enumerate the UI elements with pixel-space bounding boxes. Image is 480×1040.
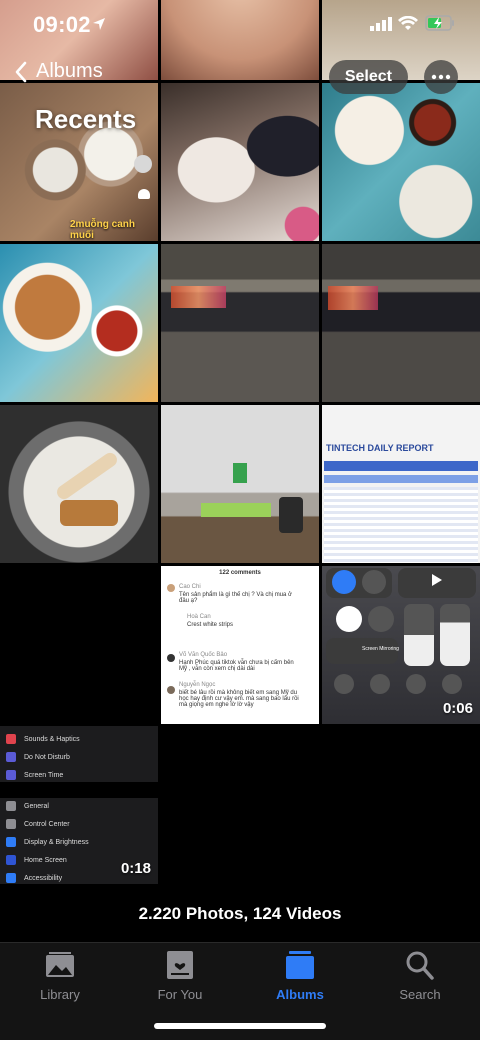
albums-icon bbox=[286, 951, 314, 979]
select-button[interactable]: Select bbox=[328, 60, 408, 94]
video-duration: 0:18 bbox=[120, 860, 151, 877]
photo-thumbnail[interactable] bbox=[161, 83, 319, 241]
battery-charging-icon bbox=[425, 15, 454, 31]
comment-author: Cao Chi bbox=[179, 584, 201, 590]
photo-thumbnail[interactable]: TINTECH DAILY REPORT bbox=[322, 405, 480, 563]
report-title: TINTECH DAILY REPORT bbox=[326, 443, 434, 453]
search-icon bbox=[406, 951, 434, 980]
settings-screenshot-video[interactable]: Sounds & Haptics Do Not Disturb Screen T… bbox=[0, 566, 158, 884]
page-title: Recents bbox=[35, 104, 137, 134]
ellipsis-icon bbox=[431, 74, 451, 80]
comment-text: biết bé lâu rồi mà không biết em sang Mỹ… bbox=[179, 690, 299, 708]
control-center-video[interactable]: Screen Mirroring 0:06 bbox=[322, 566, 480, 724]
tab-search[interactable]: Search bbox=[360, 949, 480, 1002]
tab-label: Search bbox=[399, 987, 441, 1002]
comment-text: Hạnh Phúc quá tiktok vẫn chưa bị cấm bên… bbox=[179, 660, 294, 672]
comment-text: Crest white strips bbox=[187, 622, 234, 628]
tab-for-you[interactable]: For You bbox=[120, 949, 240, 1002]
settings-row: Control Center bbox=[6, 819, 70, 829]
home-indicator bbox=[154, 1023, 326, 1029]
tab-library[interactable]: Library bbox=[0, 949, 120, 1002]
tab-label: For You bbox=[157, 987, 203, 1002]
tab-label: Albums bbox=[276, 987, 324, 1002]
heart-icon bbox=[138, 189, 150, 199]
comment-text: Tên sản phẩm là gì thế chị ? Và chị mua … bbox=[179, 592, 292, 604]
avatar bbox=[167, 686, 175, 694]
screen-mirroring-label: Screen Mirroring bbox=[362, 646, 399, 652]
photo-thumbnail[interactable] bbox=[322, 244, 480, 402]
status-bar: 09:02 bbox=[0, 0, 480, 52]
photo-thumbnail[interactable] bbox=[0, 244, 158, 402]
volume-slider bbox=[440, 604, 470, 666]
for-you-icon bbox=[167, 951, 193, 979]
nav-bar: Albums bbox=[0, 60, 480, 94]
orientation-lock-icon bbox=[336, 606, 362, 632]
calculator-icon bbox=[406, 674, 426, 694]
video-caption: 2muỗng canh muối bbox=[70, 219, 136, 241]
comments-header: 122 comments bbox=[219, 570, 261, 576]
settings-row: Sounds & Haptics bbox=[6, 734, 80, 744]
status-time: 09:02 bbox=[33, 12, 91, 37]
photo-thumbnail[interactable] bbox=[161, 405, 319, 563]
wifi-icon bbox=[332, 570, 356, 594]
comment-author: Nguyễn Ngọc bbox=[179, 682, 216, 688]
library-icon bbox=[46, 952, 74, 977]
comments-screenshot[interactable]: 122 comments Cao Chi Tên sản phẩm là gì … bbox=[161, 566, 319, 724]
more-options-button[interactable] bbox=[424, 60, 458, 94]
settings-row: Screen Time bbox=[6, 770, 63, 780]
tab-label: Library bbox=[40, 987, 80, 1002]
photo-thumbnail[interactable] bbox=[0, 405, 158, 563]
back-button-label: Albums bbox=[36, 60, 103, 82]
timer-icon bbox=[370, 674, 390, 694]
settings-row: Display & Brightness bbox=[6, 837, 89, 847]
moon-icon bbox=[368, 606, 394, 632]
comment-author: Võ Văn Quốc Bảo bbox=[179, 652, 228, 658]
location-arrow-icon bbox=[93, 18, 105, 30]
tab-albums[interactable]: Albums bbox=[240, 949, 360, 1002]
avatar bbox=[167, 584, 175, 592]
settings-row: General bbox=[6, 801, 49, 811]
comment-author: Hoà Can bbox=[187, 614, 211, 620]
photo-thumbnail[interactable] bbox=[322, 83, 480, 241]
library-count: 2.220 Photos, 124 Videos bbox=[138, 904, 342, 923]
chevron-left-icon bbox=[15, 61, 27, 82]
video-duration: 0:06 bbox=[442, 700, 473, 717]
camera-icon bbox=[442, 674, 462, 694]
brightness-slider bbox=[404, 604, 434, 666]
cellular-signal-icon bbox=[370, 17, 392, 31]
avatar bbox=[167, 654, 175, 662]
settings-row: Do Not Disturb bbox=[6, 752, 70, 762]
avatar bbox=[134, 155, 152, 173]
bluetooth-icon bbox=[362, 570, 386, 594]
flashlight-icon bbox=[334, 674, 354, 694]
wifi-icon bbox=[398, 16, 418, 30]
settings-row: Home Screen bbox=[6, 855, 67, 865]
settings-row: Accessibility bbox=[6, 873, 62, 883]
back-button[interactable]: Albums bbox=[14, 60, 103, 83]
photo-thumbnail[interactable] bbox=[161, 244, 319, 402]
play-icon bbox=[432, 574, 442, 586]
